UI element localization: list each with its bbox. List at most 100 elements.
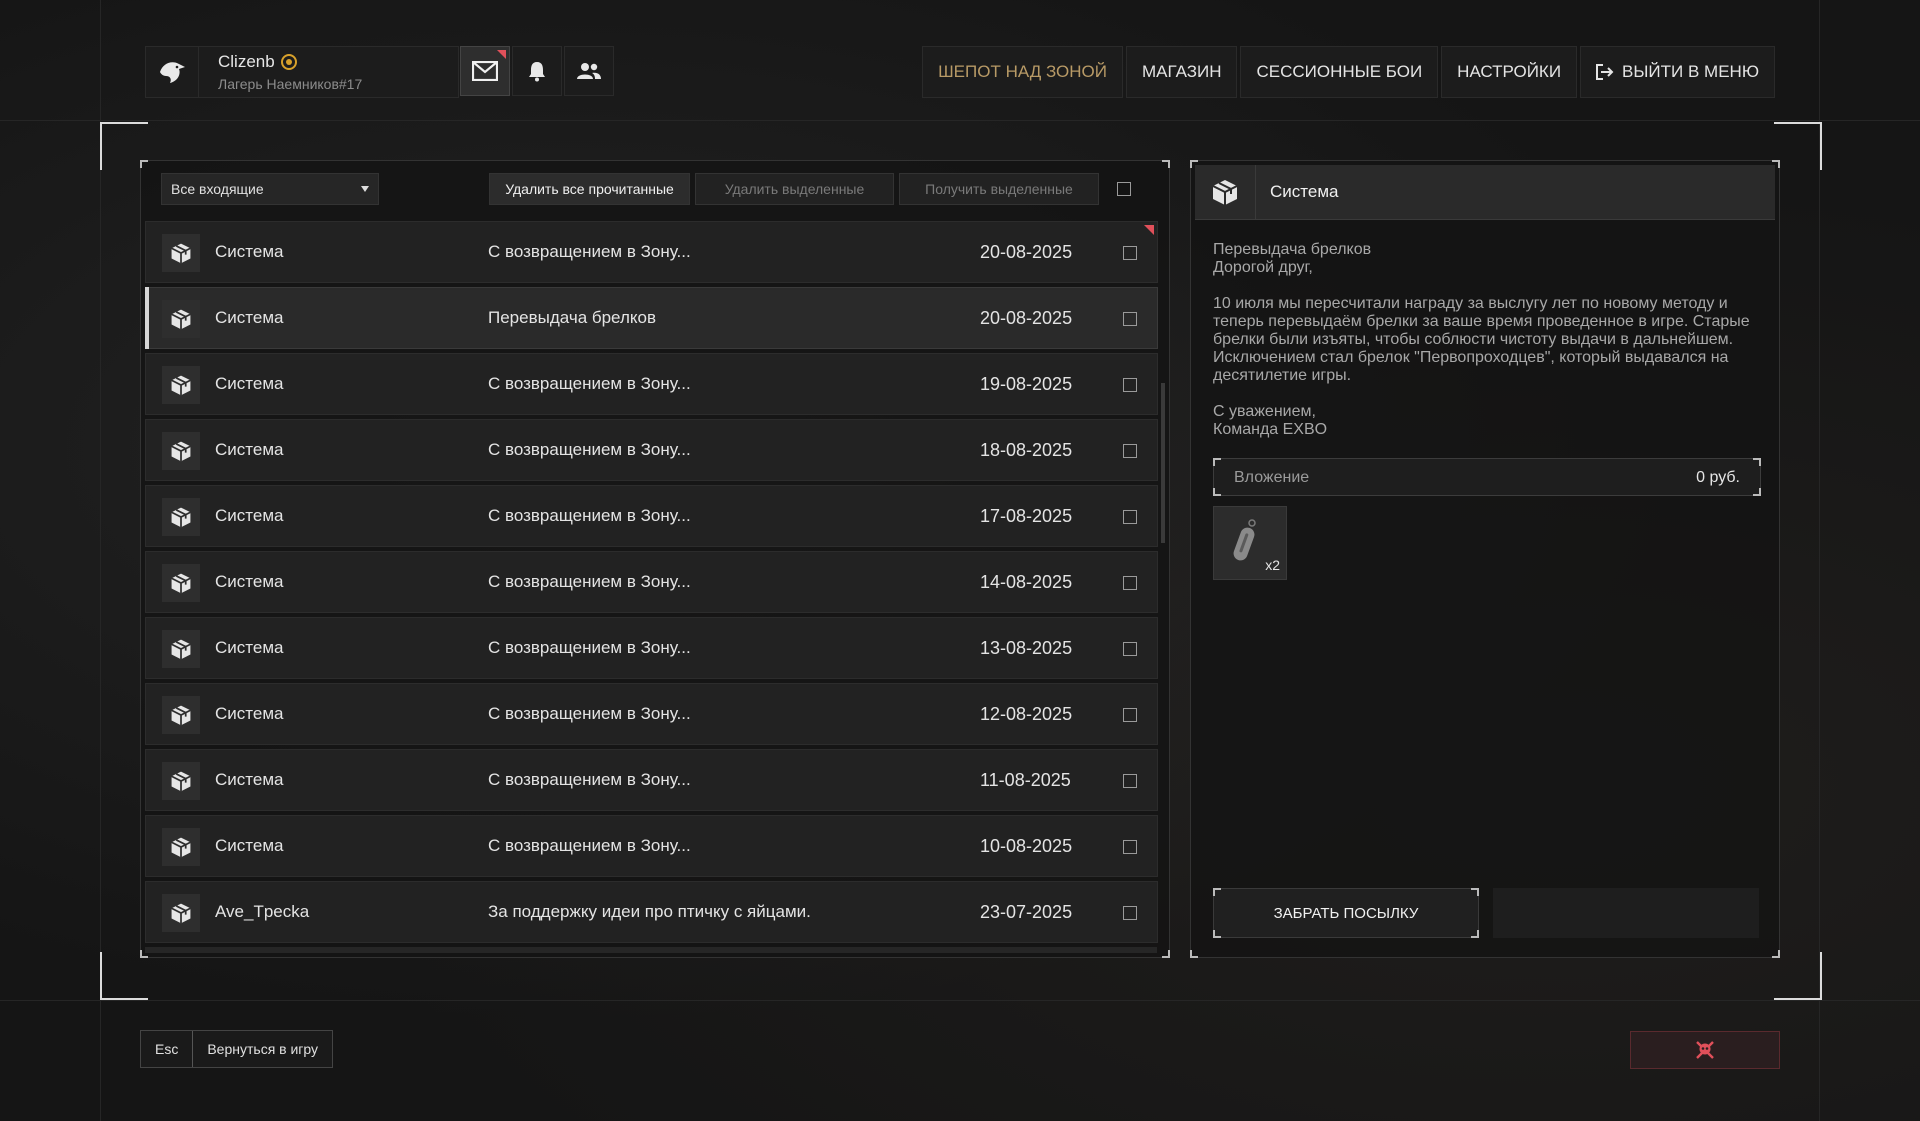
mail-row[interactable]: Система С возвращением в Зону... 10-08-202… xyxy=(145,815,1158,877)
package-icon xyxy=(162,300,200,338)
mail-row-checkbox[interactable] xyxy=(1123,510,1137,524)
mail-subject: С возвращением в Зону... xyxy=(488,638,691,657)
empty-action-slot xyxy=(1493,888,1759,938)
eagle-icon xyxy=(160,62,185,83)
mail-sender: Система xyxy=(215,440,284,459)
mail-date: 14-08-2025 xyxy=(980,572,1073,592)
mail-row[interactable]: Система С возвращением в Зону... 19-08-202… xyxy=(145,353,1158,415)
attachment-quantity: x2 xyxy=(1265,557,1280,573)
user-profile[interactable]: Clizenb Лагерь Наемников#17 xyxy=(145,46,459,98)
mail-row[interactable]: Ave_Tpecka За поддержку идеи про птичку с… xyxy=(145,881,1158,943)
nav-session-battles[interactable]: СЕССИОННЫЕ БОИ xyxy=(1240,46,1439,98)
package-icon xyxy=(162,432,200,470)
back-to-game-button[interactable]: Esc Вернуться в игру xyxy=(140,1030,334,1068)
mail-date: 10-08-2025 xyxy=(980,836,1073,856)
mail-row-checkbox[interactable] xyxy=(1123,840,1137,854)
mail-detail-panel: Система Перевыдача брелков Дорогой друг,… xyxy=(1190,160,1780,958)
new-mail-flag xyxy=(497,50,506,59)
get-selected-button[interactable]: Получить выделенные xyxy=(899,173,1099,205)
mail-row[interactable]: Система С возвращением в Зону... 13-08-202… xyxy=(145,617,1158,679)
mail-date: 20-08-2025 xyxy=(980,242,1073,262)
nav-exit-to-menu[interactable]: ВЫЙТИ В МЕНЮ xyxy=(1580,46,1775,98)
mail-row-checkbox[interactable] xyxy=(1123,906,1137,920)
package-icon xyxy=(162,498,200,536)
esc-key: Esc xyxy=(141,1031,194,1067)
unread-flag xyxy=(1144,225,1154,235)
mail-button[interactable] xyxy=(460,46,510,96)
mail-sender: Система xyxy=(215,242,284,261)
mail-date: 17-08-2025 xyxy=(980,506,1073,526)
mail-detail-header: Система xyxy=(1195,165,1775,220)
mail-subject: С возвращением в Зону... xyxy=(488,704,691,723)
mail-sender: Система xyxy=(215,770,284,789)
mail-list: Система С возвращением в Зону... 20-08-202… xyxy=(145,221,1158,947)
mail-row[interactable]: Система Перевыдача брелков 20-08-2025 xyxy=(145,287,1158,349)
mail-title: Перевыдача брелков xyxy=(1213,241,1372,258)
keychain-icon xyxy=(1233,519,1256,561)
mail-list-panel: Все входящие Удалить все прочитанные Уда… xyxy=(140,160,1170,958)
friends-button[interactable] xyxy=(564,46,614,96)
claim-package-label: ЗАБРАТЬ ПОСЫЛКУ xyxy=(1273,904,1419,922)
mail-subject: С возвращением в Зону... xyxy=(488,572,691,591)
mail-row-checkbox[interactable] xyxy=(1123,642,1137,656)
notifications-button[interactable] xyxy=(512,46,562,96)
mail-date: 11-08-2025 xyxy=(980,770,1071,790)
nav-shop[interactable]: МАГАЗИН xyxy=(1126,46,1238,98)
panel-corner xyxy=(1162,950,1170,958)
avatar xyxy=(146,47,199,97)
mail-row-checkbox[interactable] xyxy=(1123,378,1137,392)
package-icon xyxy=(162,366,200,404)
mail-subject: С возвращением в Зону... xyxy=(488,440,691,459)
mail-row[interactable]: Система С возвращением в Зону... 14-08-202… xyxy=(145,551,1158,613)
panel-corner xyxy=(1772,950,1780,958)
delete-selected-button[interactable]: Удалить выделенные xyxy=(695,173,894,205)
mail-subject: С возвращением в Зону... xyxy=(488,506,691,525)
nav-settings[interactable]: НАСТРОЙКИ xyxy=(1441,46,1578,98)
mail-list-scrollbar[interactable] xyxy=(1161,383,1165,543)
mail-row-checkbox[interactable] xyxy=(1123,444,1137,458)
mail-row-checkbox[interactable] xyxy=(1123,774,1137,788)
mail-sender: Система xyxy=(215,572,284,591)
mail-date: 19-08-2025 xyxy=(980,374,1073,394)
panel-corner xyxy=(1213,888,1221,896)
mail-row-checkbox[interactable] xyxy=(1123,708,1137,722)
mail-row[interactable]: Система С возвращением в Зону... 18-08-202… xyxy=(145,419,1158,481)
attachment-label: Вложение xyxy=(1234,469,1310,486)
mail-row-checkbox[interactable] xyxy=(1123,312,1137,326)
mail-date: 12-08-2025 xyxy=(980,704,1073,724)
panel-corner xyxy=(1753,488,1761,496)
mail-subject: С возвращением в Зону... xyxy=(488,770,691,789)
delete-read-button[interactable]: Удалить все прочитанные xyxy=(489,173,690,205)
mail-row[interactable]: Система С возвращением в Зону... 12-08-202… xyxy=(145,683,1158,745)
mail-sender: Система xyxy=(215,308,284,327)
select-all-checkbox[interactable] xyxy=(1117,182,1131,196)
package-icon xyxy=(162,762,200,800)
mail-sender: Система xyxy=(215,374,284,393)
mail-toolbar: Все входящие Удалить все прочитанные Уда… xyxy=(141,161,1169,219)
package-icon xyxy=(162,630,200,668)
mail-row-checkbox[interactable] xyxy=(1123,246,1137,260)
panel-corner xyxy=(1471,930,1479,938)
panel-corner xyxy=(1213,488,1221,496)
claim-package-button[interactable]: ЗАБРАТЬ ПОСЫЛКУ xyxy=(1213,888,1479,938)
friends-icon xyxy=(577,63,601,79)
mail-row[interactable]: Система С возвращением в Зону... 11-08-202… xyxy=(145,749,1158,811)
mail-row[interactable]: Система С возвращением в Зону... 20-08-202… xyxy=(145,221,1158,283)
mail-row[interactable]: Система С возвращением в Зону... 17-08-202… xyxy=(145,485,1158,547)
nav-whisper[interactable]: ШЕПОТ НАД ЗОНОЙ xyxy=(922,46,1123,98)
attachment-item[interactable]: x2 xyxy=(1213,506,1287,580)
back-to-game-label: Вернуться в игру xyxy=(207,1041,319,1057)
panel-corner xyxy=(1190,950,1198,958)
mail-subject: С возвращением в Зону... xyxy=(488,242,691,261)
mail-filter-select[interactable]: Все входящие xyxy=(161,173,379,205)
dropdown-arrow-icon xyxy=(361,186,369,192)
skull-crossbones-icon xyxy=(1696,1041,1714,1059)
mail-regards: С уважением, xyxy=(1213,403,1316,420)
mail-date: 18-08-2025 xyxy=(980,440,1073,460)
mail-sender: Система xyxy=(215,506,284,525)
attachment-price: 0 руб. xyxy=(1696,469,1740,486)
danger-button[interactable] xyxy=(1630,1031,1780,1069)
mail-subject: С возвращением в Зону... xyxy=(488,374,691,393)
mail-row-checkbox[interactable] xyxy=(1123,576,1137,590)
package-icon xyxy=(162,234,200,272)
